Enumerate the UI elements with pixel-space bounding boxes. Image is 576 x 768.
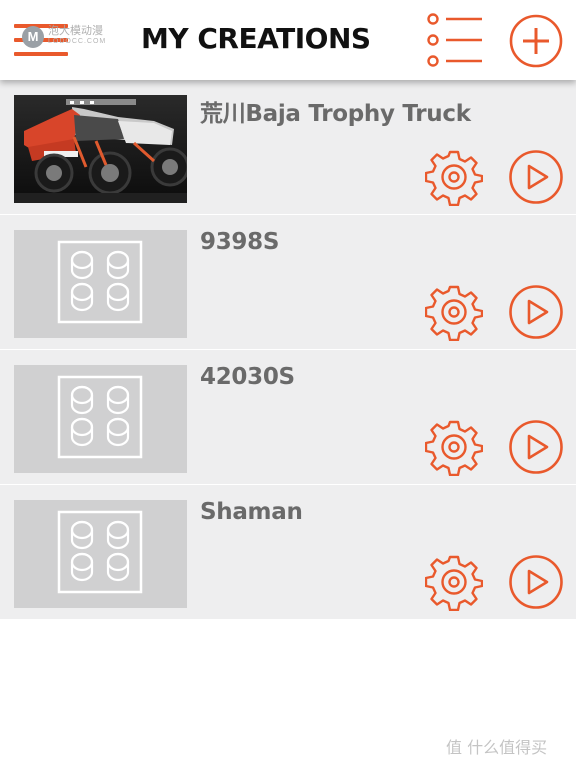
- creation-name: Shaman: [200, 499, 303, 525]
- footer-watermark: 值 什么值得买: [446, 738, 548, 757]
- creation-name: 荒川Baja Trophy Truck: [200, 101, 471, 127]
- list-view-button[interactable]: [424, 10, 486, 70]
- creations-list: 荒川Baja Trophy Truck 9398S 42030S Shaman: [0, 80, 576, 620]
- add-creation-button[interactable]: [509, 14, 563, 68]
- brick-icon: [57, 240, 143, 324]
- app-screen: M 泡大模动漫 LODOCC.COM MY CREATIONS 荒川Baja T…: [0, 0, 576, 768]
- truck-image: [14, 95, 187, 203]
- creation-row[interactable]: 42030S: [0, 350, 576, 485]
- play-circle-icon: [509, 150, 563, 204]
- creation-name: 42030S: [200, 364, 295, 390]
- gear-icon: [424, 555, 484, 612]
- gear-icon: [424, 150, 484, 207]
- settings-button[interactable]: [424, 283, 484, 342]
- brick-icon: [57, 510, 143, 594]
- settings-button[interactable]: [424, 148, 484, 207]
- play-circle-icon: [509, 420, 563, 474]
- creation-thumbnail-photo[interactable]: [14, 95, 187, 203]
- gear-icon: [424, 420, 484, 477]
- creation-row[interactable]: 荒川Baja Trophy Truck: [0, 80, 576, 215]
- watermark-subtext: LODOCC.COM: [48, 38, 107, 45]
- creation-thumbnail-placeholder[interactable]: [14, 365, 187, 473]
- settings-button[interactable]: [424, 553, 484, 612]
- creation-name: 9398S: [200, 229, 280, 255]
- creation-thumbnail-placeholder[interactable]: [14, 230, 187, 338]
- watermark-logo-icon: M: [22, 26, 44, 48]
- brick-icon: [57, 375, 143, 459]
- gear-icon: [424, 285, 484, 342]
- app-header: M 泡大模动漫 LODOCC.COM MY CREATIONS: [0, 0, 576, 80]
- play-circle-icon: [509, 285, 563, 339]
- page-title: MY CREATIONS: [141, 22, 371, 55]
- settings-button[interactable]: [424, 418, 484, 477]
- creation-thumbnail-placeholder[interactable]: [14, 500, 187, 608]
- play-button[interactable]: [508, 284, 564, 340]
- creation-row[interactable]: Shaman: [0, 485, 576, 620]
- play-button[interactable]: [508, 419, 564, 475]
- play-button[interactable]: [508, 149, 564, 205]
- plus-circle-icon: [509, 14, 563, 68]
- list-view-icon: [427, 13, 482, 67]
- play-button[interactable]: [508, 554, 564, 610]
- hamburger-icon-bar-bottom: [14, 52, 68, 56]
- creation-row[interactable]: 9398S: [0, 215, 576, 350]
- play-circle-icon: [509, 555, 563, 609]
- watermark-text: 泡大模动漫: [48, 24, 103, 37]
